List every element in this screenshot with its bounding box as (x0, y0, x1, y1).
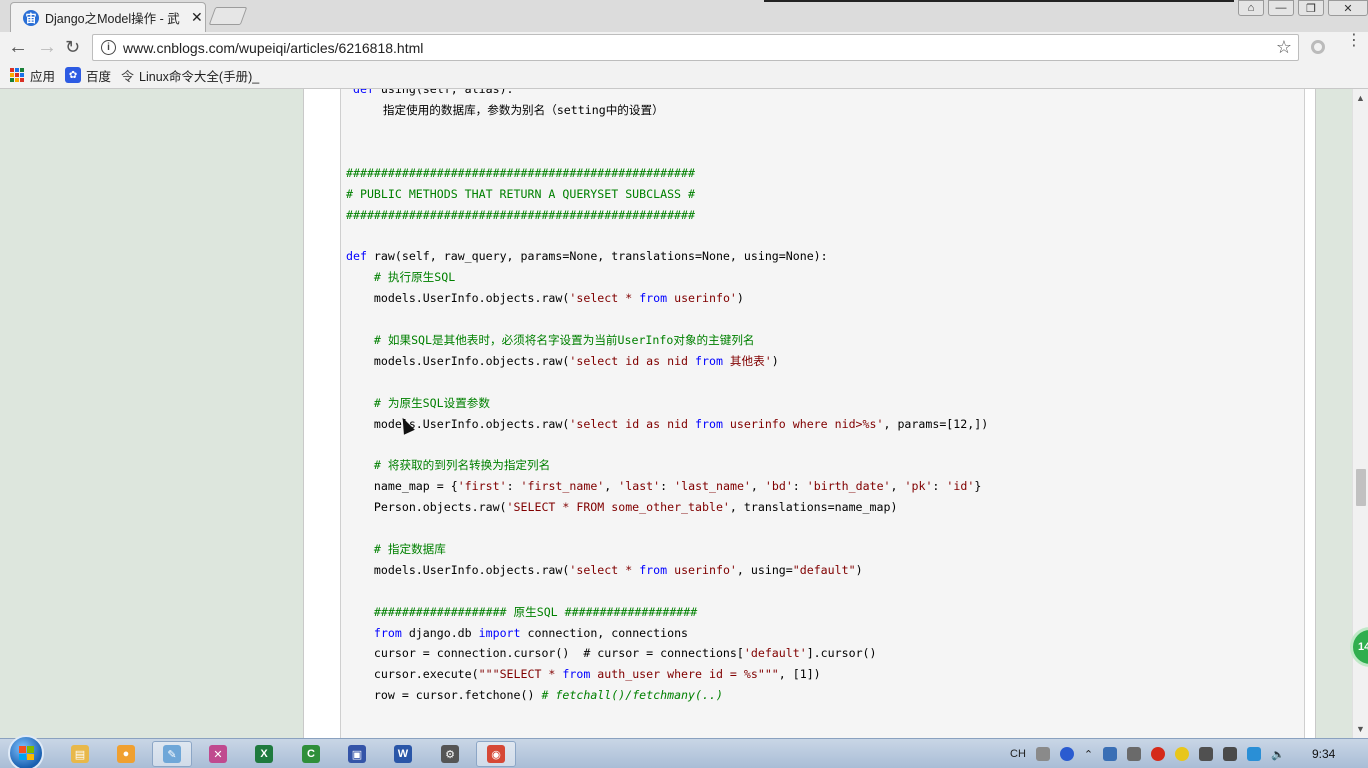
display-icon[interactable] (1199, 747, 1214, 761)
system-tray: CH ⌃ 🔈 (1010, 743, 1285, 765)
bookmark-linux[interactable]: 令 Linux命令大全(手册)_ (121, 66, 259, 85)
network-icon[interactable] (1223, 747, 1238, 761)
tab-django-model[interactable]: 宙 Django之Model操作 - 武 ✕ (10, 2, 206, 32)
upload-icon[interactable] (1103, 747, 1118, 761)
code-line: from django.db import connection, connec… (373, 625, 689, 640)
taskbar-app-file-explorer[interactable]: ▤ (60, 741, 100, 767)
scroll-down-arrow-icon[interactable]: ▼ (1356, 724, 1365, 734)
tab-close-icon[interactable]: ✕ (191, 9, 203, 26)
start-button[interactable] (8, 735, 44, 768)
volume-icon[interactable]: 🔈 (1271, 748, 1285, 761)
taskbar-app-excel[interactable]: X (244, 741, 284, 767)
bookmark-label: Linux命令大全(手册)_ (139, 69, 260, 84)
page-viewport: def using(self, alias): 指定使用的数据库，参数为别名（s… (0, 89, 1352, 738)
back-arrow-icon[interactable]: ← (8, 35, 28, 59)
notepad-icon: ✎ (163, 745, 181, 763)
browser-menu-icon[interactable]: ⋮ (1346, 33, 1362, 49)
browser-titlebar: 宙 Django之Model操作 - 武 ✕ ⌂ — ❐ ✕ (0, 0, 1368, 32)
bookmark-star-icon[interactable]: ☆ (1276, 37, 1292, 58)
code-line: models.UserInfo.objects.raw('select * fr… (346, 291, 744, 306)
chrome-icon: ◉ (487, 745, 505, 763)
minimize-button[interactable]: — (1268, 0, 1294, 16)
code-line: cursor = connection.cursor() # cursor = … (346, 646, 877, 661)
system-clock[interactable]: 9:34 (1312, 747, 1335, 761)
browser-toolbar: ← → ↻ i www.cnblogs.com/wupeiqi/articles… (0, 32, 1368, 62)
forward-arrow-icon[interactable]: → (37, 35, 57, 59)
taskbar-app-paint[interactable]: ● (106, 741, 146, 767)
code-line: # PUBLIC METHODS THAT RETURN A QUERYSET … (346, 186, 696, 201)
code-line: # 将获取的到列名转换为指定列名 (346, 458, 551, 473)
restore-button[interactable]: ❐ (1298, 0, 1324, 16)
tool-tray-icon[interactable] (1127, 747, 1142, 761)
code-line: def raw(self, raw_query, params=None, tr… (346, 249, 828, 264)
bookmark-apps[interactable]: 应用 (10, 66, 55, 85)
window-controls: ⌂ — ❐ ✕ (1238, 0, 1368, 16)
editor-icon: C (302, 745, 320, 763)
code-line: # 执行原生SQL (346, 270, 456, 285)
windows-logo-icon (19, 746, 34, 760)
taskbar-app-word[interactable]: W (383, 741, 423, 767)
taskbar-app-tool[interactable]: ✕ (198, 741, 238, 767)
code-line: ########################################… (346, 207, 696, 222)
tray-expand-icon[interactable]: ⌃ (1084, 748, 1093, 761)
extension-icon[interactable] (1311, 40, 1325, 54)
tool-icon: ✕ (209, 745, 227, 763)
code-line: # 如果SQL是其他表时，必须将名字设置为当前UserInfo对象的主键列名 (346, 332, 755, 347)
url-text[interactable]: www.cnblogs.com/wupeiqi/articles/6216818… (123, 40, 423, 56)
excel-icon: X (255, 745, 273, 763)
code-line: models.UserInfo.objects.raw('select * fr… (346, 562, 863, 577)
input-language[interactable]: CH (1010, 748, 1026, 760)
code-line: # 为原生SQL设置参数 (346, 395, 490, 410)
apps-grid-icon (10, 68, 24, 82)
code-line: row = cursor.fetchone() # fetchall()/fet… (346, 688, 723, 703)
cnblogs-favicon-icon: 宙 (23, 9, 39, 26)
code-line: name_map = {'first': 'first_name', 'last… (346, 479, 982, 494)
linux-link-icon: 令 (121, 68, 135, 84)
new-tab-button[interactable] (208, 7, 248, 25)
baidu-paw-icon: ✿ (65, 67, 82, 83)
floppy-icon: ▣ (348, 745, 366, 763)
site-info-icon[interactable]: i (101, 40, 116, 55)
code-line: Person.objects.raw('SELECT * FROM some_o… (346, 500, 898, 515)
file-explorer-icon: ▤ (71, 745, 89, 763)
tab-title: Django之Model操作 - 武 (45, 12, 180, 26)
bookmark-baidu[interactable]: ✿ 百度 (65, 66, 111, 85)
scroll-up-arrow-icon[interactable]: ▲ (1356, 93, 1365, 103)
code-line: ########################################… (346, 165, 696, 180)
title-divider (764, 0, 1234, 2)
code-line: models.UserInfo.objects.raw('select id a… (346, 353, 779, 368)
code-line: # 指定数据库 (346, 541, 446, 556)
taskbar-app-chrome[interactable]: ◉ (476, 741, 516, 767)
user-profile-icon[interactable]: ⌂ (1238, 0, 1264, 16)
code-block: def using(self, alias): 指定使用的数据库，参数为别名（s… (340, 89, 1305, 738)
taskbar-app-notepad[interactable]: ✎ (152, 741, 192, 767)
code-line: def using(self, alias): (352, 89, 514, 96)
taskbar-app-settings[interactable]: ⚙ (430, 741, 470, 767)
bookmark-label: 百度 (86, 69, 112, 84)
help-icon[interactable] (1059, 747, 1074, 761)
bookmark-label: 应用 (30, 69, 56, 84)
reload-icon[interactable]: ↻ (65, 35, 80, 59)
taskbar-app-editor[interactable]: C (291, 741, 331, 767)
paint-icon: ● (117, 745, 135, 763)
plus-tray-icon[interactable] (1175, 747, 1190, 761)
address-bar[interactable]: i www.cnblogs.com/wupeiqi/articles/62168… (92, 34, 1299, 61)
bookmarks-bar: 应用 ✿ 百度 令 Linux命令大全(手册)_ (0, 62, 1368, 89)
close-window-button[interactable]: ✕ (1328, 0, 1368, 16)
taskbar-app-floppy[interactable]: ▣ (337, 741, 377, 767)
keyboard-icon[interactable] (1035, 747, 1050, 761)
record-icon[interactable] (1151, 747, 1166, 761)
settings-icon: ⚙ (441, 745, 459, 763)
code-line: cursor.execute("""SELECT * from auth_use… (346, 667, 821, 682)
windows-taskbar: ▤ ● ✎ ✕ X C ▣ W ⚙ ◉ CH ⌃ 🔈 9:34 (0, 735, 1368, 768)
code-line: ################### 原生SQL ##############… (346, 604, 698, 619)
word-icon: W (394, 745, 412, 763)
code-line: models.UserInfo.objects.raw('select id a… (346, 416, 989, 431)
code-line: 指定使用的数据库，参数为别名（setting中的设置） (355, 103, 664, 117)
app-tray-icon[interactable] (1247, 747, 1262, 761)
scroll-thumb[interactable] (1356, 469, 1366, 506)
